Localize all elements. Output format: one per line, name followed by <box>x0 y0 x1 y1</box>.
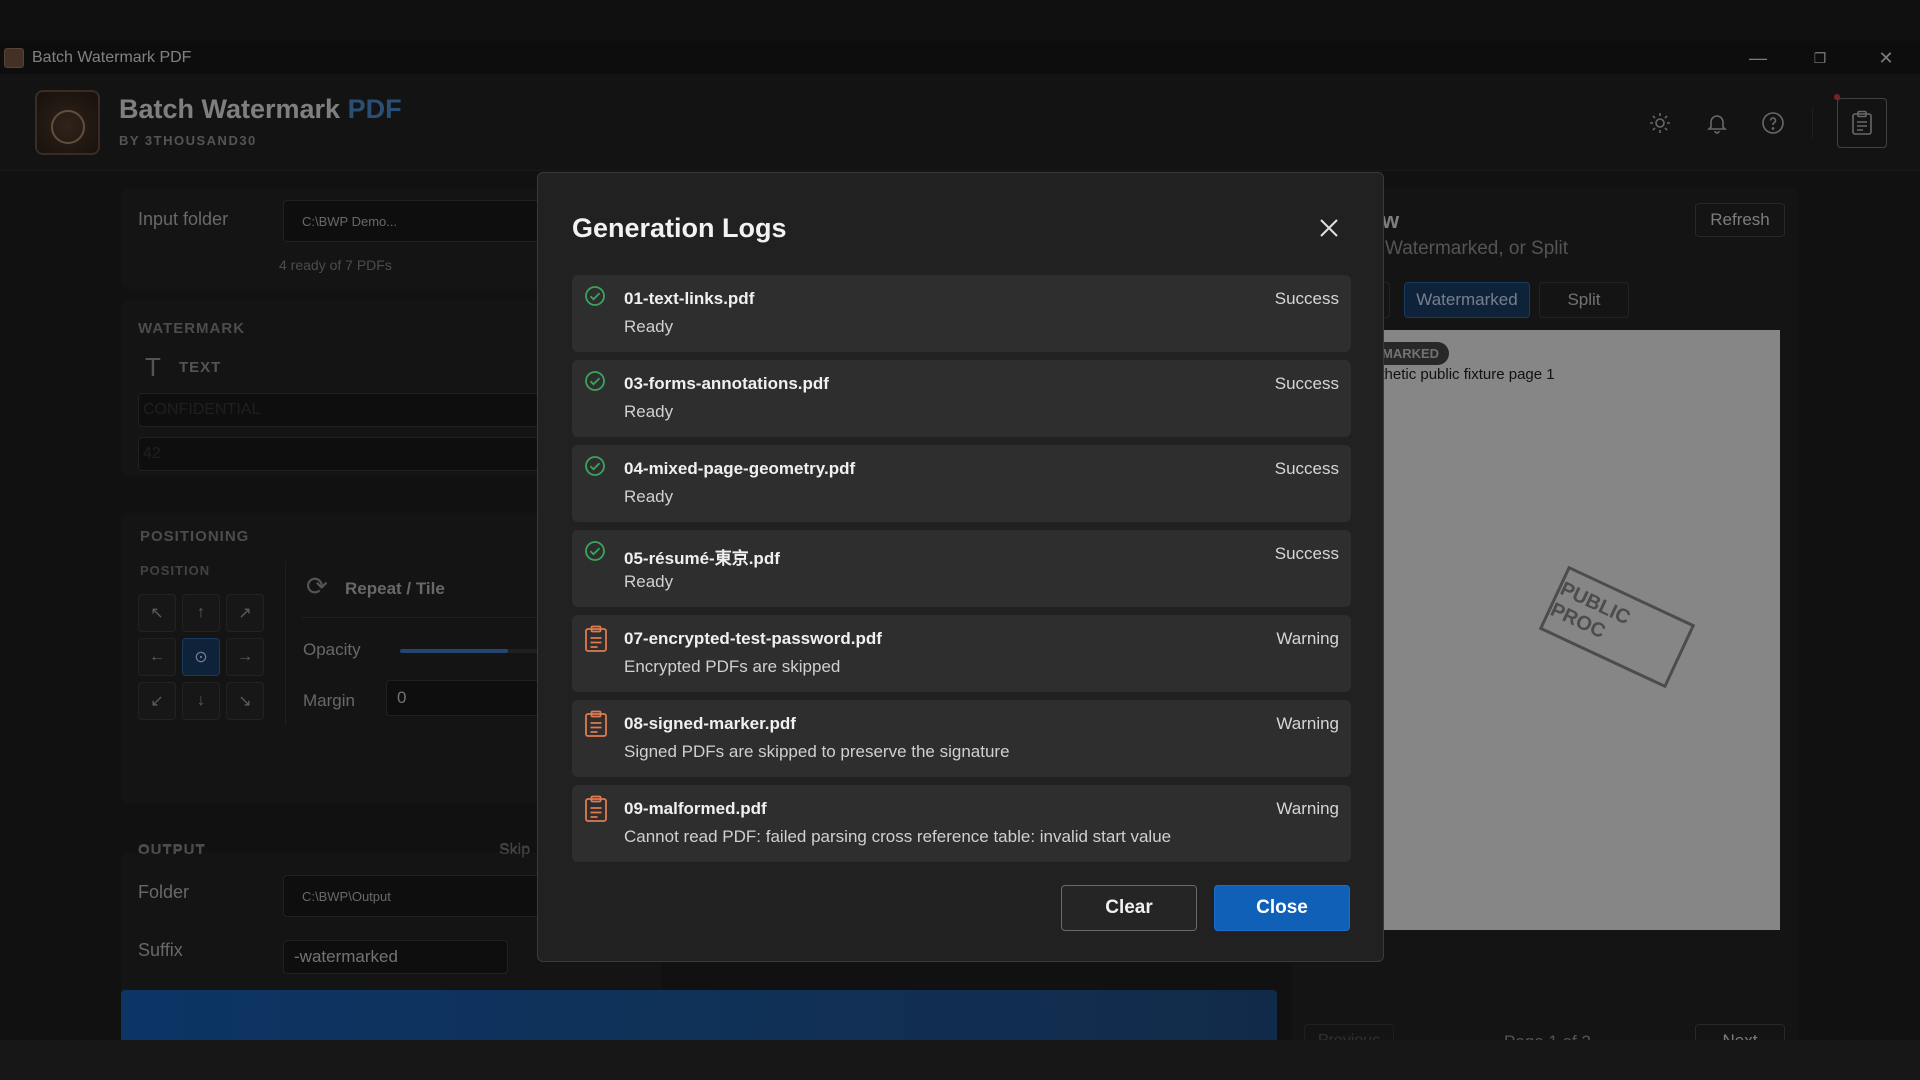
log-detail: Cannot read PDF: failed parsing cross re… <box>624 827 1172 846</box>
check-circle-icon <box>584 540 608 568</box>
log-status: Success <box>1274 289 1339 308</box>
log-status: Warning <box>1276 629 1339 648</box>
log-row: 01-text-links.pdf Ready Success <box>572 275 1351 352</box>
log-status: Success <box>1274 374 1339 393</box>
log-detail: Ready <box>624 317 674 336</box>
log-status: Success <box>1274 459 1339 478</box>
log-detail: Ready <box>624 402 674 421</box>
clipboard-icon <box>584 625 608 653</box>
log-detail: Ready <box>624 487 674 506</box>
log-row: 09-malformed.pdf Cannot read PDF: failed … <box>572 785 1351 862</box>
log-file-name: 04-mixed-page-geometry.pdf <box>624 459 856 478</box>
check-circle-icon <box>584 455 608 483</box>
modal-title: Generation Logs <box>572 213 787 243</box>
log-detail: Ready <box>624 572 674 591</box>
log-row: 04-mixed-page-geometry.pdf Ready Success <box>572 445 1351 522</box>
clipboard-icon <box>584 795 608 823</box>
clear-button[interactable]: Clear <box>1061 885 1197 931</box>
log-file-name: 07-encrypted-test-password.pdf <box>624 629 882 648</box>
log-detail: Encrypted PDFs are skipped <box>624 657 841 676</box>
log-file-name: 08-signed-marker.pdf <box>624 714 796 733</box>
log-row: 07-encrypted-test-password.pdf Encrypted … <box>572 615 1351 692</box>
log-file-name: 09-malformed.pdf <box>624 799 767 818</box>
log-file-name: 05-résumé-東京.pdf <box>624 549 780 568</box>
clipboard-icon <box>584 710 608 738</box>
check-circle-icon <box>584 370 608 398</box>
generation-logs-modal: Generation Logs 01-text-links.pdf Ready Su… <box>537 172 1384 962</box>
log-row: 03-forms-annotations.pdf Ready Success <box>572 360 1351 437</box>
log-row: 05-résumé-東京.pdf Ready Success <box>572 530 1351 607</box>
modal-close-icon[interactable] <box>1314 213 1344 243</box>
log-status: Warning <box>1276 714 1339 733</box>
log-status: Success <box>1274 544 1339 563</box>
log-file-name: 03-forms-annotations.pdf <box>624 374 829 393</box>
log-file-name: 01-text-links.pdf <box>624 289 755 308</box>
log-status: Warning <box>1276 799 1339 818</box>
log-row: 08-signed-marker.pdf Signed PDFs are skip… <box>572 700 1351 777</box>
check-circle-icon <box>584 285 608 313</box>
log-detail: Signed PDFs are skipped to preserve the … <box>624 742 1010 761</box>
close-button[interactable]: Close <box>1214 885 1350 931</box>
